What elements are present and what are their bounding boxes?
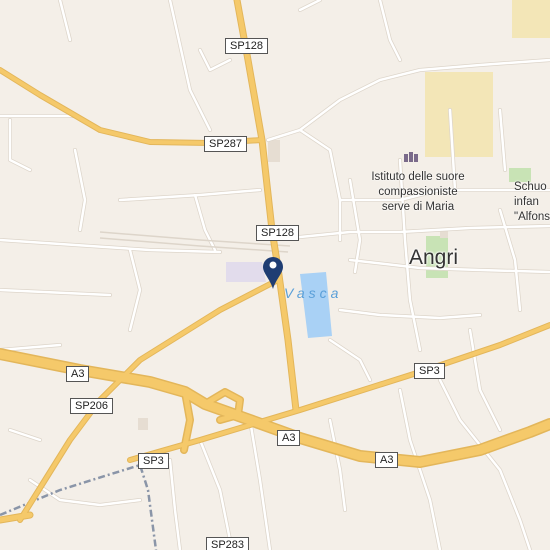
road-shield-sp283: SP283 [206, 537, 250, 550]
campus-area-2 [512, 0, 550, 38]
school-area [425, 72, 493, 157]
poi-school-line: "Alfons [514, 211, 550, 223]
road-shield-sp287: SP287 [204, 136, 248, 152]
road-shield-a3: A3 [66, 366, 90, 382]
road-shield-a3: A3 [375, 452, 399, 468]
railway-line [0, 463, 158, 550]
poi-school-label[interactable]: Schuo infan "Alfons [514, 180, 550, 225]
vasca-water [300, 272, 332, 338]
road-shield-a3: A3 [277, 430, 301, 446]
poi-school-line: Schuo [514, 181, 547, 193]
building [268, 140, 280, 162]
poi-institute-line: Istituto delle suore [371, 171, 465, 183]
road-shield-sp3: SP3 [138, 453, 169, 469]
poi-institute-line: serve di Maria [381, 201, 455, 213]
map-canvas[interactable]: SP128 SP287 SP128 A3 SP206 A3 SP3 A3 SP3… [0, 0, 550, 550]
map-base-layer [0, 0, 550, 550]
road-shield-sp3: SP3 [414, 363, 445, 379]
water-label-vasca: Vasca [284, 285, 343, 301]
industrial-area [226, 262, 266, 282]
poi-institute-line: compassioniste [378, 186, 458, 198]
poi-institute-label[interactable]: Istituto delle suore compassioniste serv… [360, 170, 476, 215]
building-icon [404, 152, 418, 162]
building [138, 418, 148, 430]
road-shield-sp128: SP128 [256, 225, 300, 241]
road-shield-sp206: SP206 [70, 398, 114, 414]
road-shield-sp128: SP128 [225, 38, 269, 54]
town-label-angri[interactable]: Angri [409, 246, 458, 270]
poi-school-line: infan [514, 196, 539, 208]
